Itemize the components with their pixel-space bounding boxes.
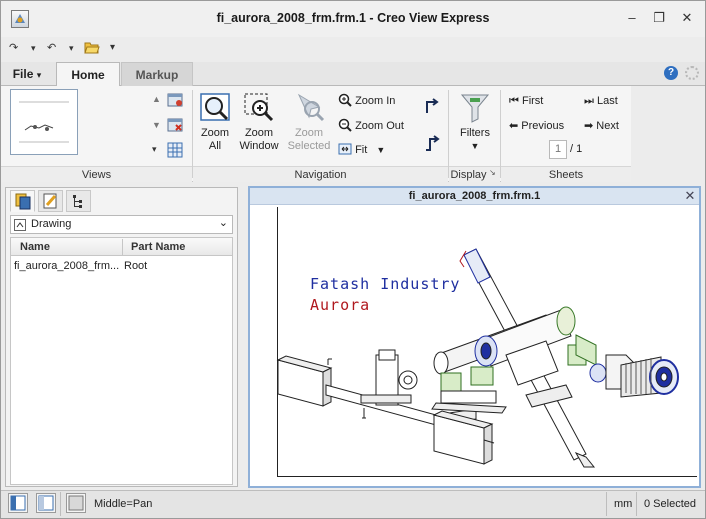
add-view-icon[interactable] xyxy=(167,92,183,108)
chevron-down-icon: ▾ xyxy=(36,70,42,80)
zoom-all-button[interactable]: Zoom All xyxy=(198,92,232,158)
close-button[interactable]: ✕ xyxy=(680,11,694,25)
chevron-down-icon: ⌄ xyxy=(218,217,228,229)
page-number-input[interactable]: 1 xyxy=(549,140,567,159)
arrow-left-icon: ⬅ xyxy=(509,120,519,132)
folder-open-icon[interactable] xyxy=(84,41,100,54)
first-sheet-button[interactable]: ⏮ First xyxy=(509,93,543,109)
viewport-title: fi_aurora_2008_frm.frm.1 xyxy=(250,188,699,205)
status-separator xyxy=(60,492,61,516)
tab-file-label: File xyxy=(12,67,34,81)
zoom-in-button[interactable]: Zoom In xyxy=(338,93,395,109)
customize-toolbar-icon[interactable]: ▾ xyxy=(110,40,115,56)
view-thumbnail[interactable] xyxy=(10,89,78,155)
arrow-right-icon: ➡ xyxy=(584,120,594,132)
dialog-launcher-icon[interactable]: ↘ xyxy=(489,168,496,177)
ribbon-separator xyxy=(500,90,501,178)
zoom-all-label-1: Zoom xyxy=(200,127,230,139)
first-icon: ⏮ xyxy=(509,95,519,107)
ribbon-empty-area xyxy=(631,86,705,182)
zoom-selected-label-2: Selected xyxy=(287,140,331,152)
view-grid-icon[interactable] xyxy=(167,142,183,158)
rotate-right-icon[interactable] xyxy=(422,133,442,153)
zoom-out-icon xyxy=(338,118,352,132)
status-separator xyxy=(606,492,607,516)
minimize-button[interactable]: – xyxy=(625,11,639,25)
view-type-value: Drawing xyxy=(31,218,72,230)
ribbon-separator xyxy=(448,90,449,178)
group-label-navigation: Navigation xyxy=(193,166,448,182)
filters-dropdown-icon: ▼ xyxy=(470,141,480,151)
settings-icon[interactable] xyxy=(685,66,699,80)
layout-split-button[interactable] xyxy=(36,493,56,513)
views-expand-icon[interactable]: ▾ xyxy=(152,144,157,155)
views-scroll-down-icon[interactable]: ▼ xyxy=(152,120,161,130)
zoom-all-label-2: All xyxy=(208,140,222,152)
previous-label: Previous xyxy=(521,120,565,132)
row-part-name: Root xyxy=(124,260,148,272)
fit-label: Fit xyxy=(355,144,368,156)
restore-button[interactable]: ❐ xyxy=(652,11,666,25)
zoom-selected-button[interactable]: Zoom Selected xyxy=(286,92,332,158)
display-label: Display xyxy=(450,169,487,181)
undo-dropdown-icon[interactable]: ▾ xyxy=(69,40,74,56)
last-sheet-button[interactable]: ⏭ Last xyxy=(584,93,618,109)
views-scroll-up-icon[interactable]: ▲ xyxy=(152,94,161,104)
next-sheet-button[interactable]: ➡ Next xyxy=(584,118,619,134)
zoom-window-label-1: Zoom xyxy=(244,127,274,139)
zoom-out-button[interactable]: Zoom Out xyxy=(338,118,404,134)
status-separator xyxy=(636,492,637,516)
redo-dropdown-icon[interactable]: ▾ xyxy=(31,40,36,56)
zoom-in-icon xyxy=(338,93,352,107)
row-name: fi_aurora_2008_frm... xyxy=(14,260,120,272)
tab-file[interactable]: File ▾ xyxy=(5,62,49,87)
view-type-combo[interactable]: Drawing ⌄ xyxy=(10,215,233,234)
structure-tree xyxy=(10,237,233,485)
selection-count-label: 0 Selected xyxy=(644,498,696,510)
zoom-selected-label-1: Zoom xyxy=(294,127,324,139)
help-icon[interactable]: ? xyxy=(664,66,678,80)
units-label[interactable]: mm xyxy=(614,497,632,511)
zoom-window-button[interactable]: Zoom Window xyxy=(237,92,281,158)
fit-dropdown-icon[interactable]: ▼ xyxy=(376,145,385,155)
tab-home[interactable]: Home xyxy=(56,62,120,87)
drawing-icon xyxy=(14,219,26,231)
previous-sheet-button[interactable]: ⬅ Previous xyxy=(509,118,564,134)
layout-full-button[interactable] xyxy=(66,493,86,513)
filters-button[interactable]: Filters ▼ xyxy=(455,92,495,158)
window-title: fi_aurora_2008_frm.frm.1 - Creo View Exp… xyxy=(216,11,490,25)
zoom-window-label-2: Window xyxy=(239,140,279,152)
mouse-mode-label: Middle=Pan xyxy=(94,498,153,510)
column-divider[interactable] xyxy=(122,239,123,255)
zoom-in-label: Zoom In xyxy=(355,95,396,107)
assembly-drawing xyxy=(276,248,679,468)
undo-icon[interactable]: ↶ xyxy=(47,40,56,56)
group-label-sheets: Sheets xyxy=(501,166,631,182)
delete-view-icon[interactable] xyxy=(167,117,183,133)
tab-markups[interactable] xyxy=(38,190,63,212)
tab-structure[interactable] xyxy=(10,190,35,212)
column-header-name[interactable]: Name xyxy=(20,239,50,255)
viewport-close-button[interactable]: ✕ xyxy=(683,189,697,203)
tab-markup[interactable]: Markup xyxy=(121,62,193,87)
layout-single-button[interactable] xyxy=(8,493,28,513)
last-icon: ⏭ xyxy=(584,95,594,107)
filters-label: Filters xyxy=(460,127,490,139)
redo-icon[interactable]: ↷ xyxy=(9,40,18,56)
tab-tree[interactable] xyxy=(66,190,91,212)
page-total-label: / 1 xyxy=(570,143,583,155)
next-label: Next xyxy=(596,120,619,132)
table-row[interactable]: fi_aurora_2008_frm... Root xyxy=(11,258,232,274)
rotate-left-icon[interactable] xyxy=(422,96,442,116)
fit-button[interactable]: Fit ▼ xyxy=(338,142,385,158)
zoom-out-label: Zoom Out xyxy=(355,120,404,132)
fit-icon xyxy=(338,143,352,155)
last-label: Last xyxy=(596,95,618,107)
first-label: First xyxy=(521,95,544,107)
column-header-part-name[interactable]: Part Name xyxy=(131,239,185,255)
group-label-views: Views xyxy=(1,166,192,182)
ribbon-separator xyxy=(192,90,193,178)
